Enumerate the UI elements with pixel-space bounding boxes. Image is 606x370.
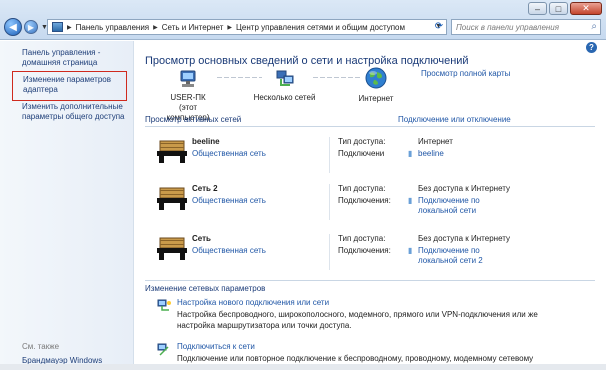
page-title: Просмотр основных сведений о сети и наст… xyxy=(145,55,469,67)
public-network-icon xyxy=(157,187,187,210)
access-type-label: Тип доступа: xyxy=(338,184,386,193)
network-name: Сеть 2 xyxy=(192,184,218,193)
sidebar-item-home[interactable]: Панель управления - домашняя страница xyxy=(22,48,122,68)
title-bar: – □ ✕ ◀ ▶ ▼ ▶ Панель управления ▶ Сеть и… xyxy=(0,0,606,40)
navigation-buttons: ◀ ▶ ▼ xyxy=(4,18,48,36)
back-button[interactable]: ◀ xyxy=(4,18,22,36)
connect-to-network-link[interactable]: Подключиться к сети xyxy=(177,342,255,351)
sidebar-item-adapter-settings[interactable]: Изменение параметров адаптера xyxy=(12,71,127,101)
connections-label: Подключения: xyxy=(338,246,391,255)
search-input[interactable]: Поиск в панели управления ⌕ xyxy=(451,19,601,35)
sidebar-item-label: Изменение параметров адаптера xyxy=(23,75,111,94)
network-entry: beeline Общественная сеть Тип доступа: И… xyxy=(156,137,596,179)
access-type-label: Тип доступа: xyxy=(338,234,386,243)
access-type-value: Без доступа к Интернету xyxy=(418,234,511,243)
lan-connection-icon: ▮ xyxy=(408,246,413,255)
public-network-icon xyxy=(157,140,187,163)
connection-link[interactable]: Подключение по локальной сети xyxy=(418,196,498,216)
network-type-link[interactable]: Общественная сеть xyxy=(192,196,266,205)
forward-button[interactable]: ▶ xyxy=(24,20,38,34)
task-description: Настройка беспроводного, широкополосного… xyxy=(177,310,538,330)
divider xyxy=(145,126,595,127)
computer-label: USER-ПК xyxy=(170,93,206,102)
multiple-networks-icon xyxy=(276,70,293,86)
setup-connection-link[interactable]: Настройка нового подключения или сети xyxy=(177,298,329,307)
network-name: beeline xyxy=(192,137,220,146)
breadcrumb-network-internet[interactable]: Сеть и Интернет xyxy=(162,23,224,32)
map-networks[interactable]: Несколько сетей xyxy=(252,70,317,103)
refresh-icon[interactable]: ⟳ xyxy=(432,20,446,34)
task-item: Настройка нового подключения или сети На… xyxy=(157,298,597,334)
divider xyxy=(145,280,595,281)
breadcrumb-control-panel[interactable]: Панель управления xyxy=(76,23,150,32)
connect-network-icon xyxy=(157,343,169,356)
globe-icon xyxy=(365,67,387,89)
internet-label: Интернет xyxy=(358,94,394,103)
window-bottom-edge xyxy=(0,364,606,370)
help-icon[interactable]: ? xyxy=(586,42,597,53)
breadcrumb-arrow-icon[interactable]: ▶ xyxy=(67,24,72,31)
window-controls: – □ ✕ xyxy=(528,2,602,15)
see-also-heading: См. также xyxy=(22,342,60,351)
lan-connection-icon: ▮ xyxy=(408,196,413,205)
access-type-value: Интернет xyxy=(418,137,453,146)
sidebar-item-sharing-settings[interactable]: Изменить дополнительные параметры общего… xyxy=(22,102,130,122)
network-entry: Сеть Общественная сеть Тип доступа: Без … xyxy=(156,234,596,276)
wireless-signal-icon: ▮ xyxy=(408,149,413,158)
task-item: Подключиться к сети Подключение или повт… xyxy=(157,342,597,370)
sidebar: Панель управления - домашняя страница Из… xyxy=(0,41,134,370)
address-bar[interactable]: ▶ Панель управления ▶ Сеть и Интернет ▶ … xyxy=(47,19,447,35)
divider xyxy=(329,184,330,220)
networks-label: Несколько сетей xyxy=(253,93,316,102)
network-entry: Сеть 2 Общественная сеть Тип доступа: Бе… xyxy=(156,184,596,226)
breadcrumb-network-center[interactable]: Центр управления сетями и общим доступом xyxy=(236,23,405,32)
network-type-link[interactable]: Общественная сеть xyxy=(192,149,266,158)
connections-label: Подключени xyxy=(338,149,385,158)
close-button[interactable]: ✕ xyxy=(570,2,602,15)
full-map-link[interactable]: Просмотр полной карты xyxy=(421,69,510,78)
connections-label: Подключения: xyxy=(338,196,391,205)
connection-link[interactable]: beeline xyxy=(418,149,444,159)
breadcrumb-arrow-icon[interactable]: ▶ xyxy=(153,24,158,31)
access-type-label: Тип доступа: xyxy=(338,137,386,146)
maximize-button[interactable]: □ xyxy=(549,2,568,15)
connection-link[interactable]: Подключение по локальной сети 2 xyxy=(418,246,498,266)
network-type-link[interactable]: Общественная сеть xyxy=(192,246,266,255)
active-networks-heading: Просмотр активных сетей xyxy=(145,115,242,124)
search-icon[interactable]: ⌕ xyxy=(591,21,597,32)
minimize-button[interactable]: – xyxy=(528,2,547,15)
connect-disconnect-link[interactable]: Подключение или отключение xyxy=(398,115,511,124)
control-panel-icon xyxy=(52,22,63,32)
divider xyxy=(329,137,330,173)
change-settings-heading: Изменение сетевых параметров xyxy=(145,284,266,293)
access-type-value: Без доступа к Интернету xyxy=(418,184,511,193)
public-network-icon xyxy=(157,237,187,260)
computer-icon xyxy=(180,70,196,87)
map-internet[interactable]: Интернет xyxy=(352,67,400,104)
new-connection-icon xyxy=(157,299,171,311)
network-name: Сеть xyxy=(192,234,211,243)
breadcrumb-arrow-icon[interactable]: ▶ xyxy=(227,24,232,31)
divider xyxy=(329,234,330,270)
search-placeholder: Поиск в панели управления xyxy=(456,22,560,32)
